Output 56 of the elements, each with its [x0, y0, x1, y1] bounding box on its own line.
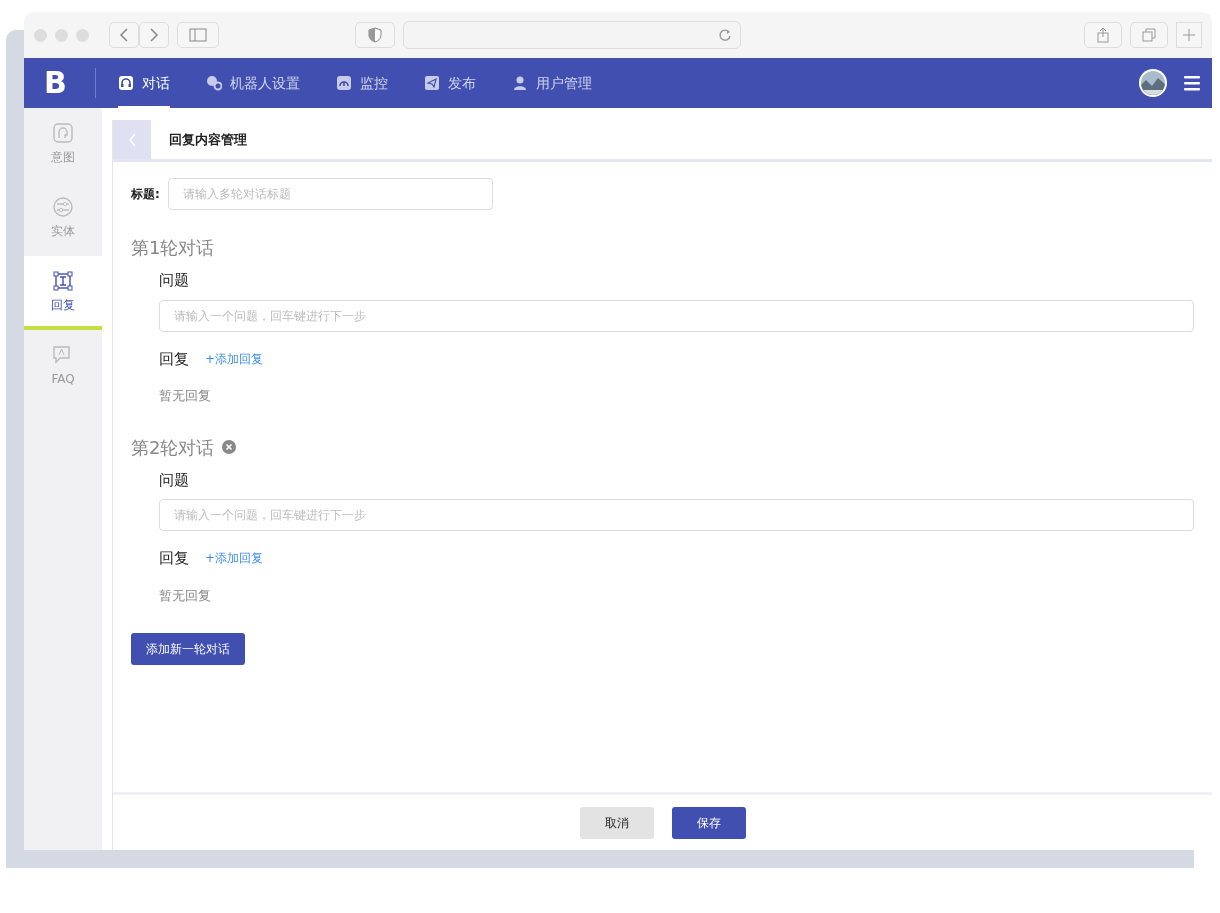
field-label: 标题: [131, 186, 160, 203]
sidebar-item[interactable]: FAQ [24, 330, 102, 404]
reply-label: 回复 [159, 548, 189, 569]
sidebar-item[interactable]: 实体 [24, 182, 102, 256]
save-button[interactable]: 保存 [671, 806, 746, 839]
round-title: 第1轮对话 [131, 236, 215, 260]
add-reply-link[interactable]: +添加回复 [205, 549, 264, 568]
back-button[interactable] [109, 22, 139, 48]
reload-icon[interactable] [717, 28, 732, 42]
title-input[interactable]: 请输入多轮对话标题 [167, 178, 493, 210]
nav-tab[interactable]: 机器人设置 [205, 58, 300, 108]
gauge-icon [335, 75, 352, 91]
entity-icon [52, 196, 74, 218]
sidebar-toggle-button[interactable] [177, 22, 219, 48]
sidebar-item[interactable]: 回复 [24, 256, 102, 330]
tabs-button[interactable] [1130, 22, 1168, 48]
nav-tab[interactable]: 用户管理 [511, 58, 592, 108]
question-label: 问题 [159, 270, 190, 291]
plus-icon [1182, 28, 1196, 42]
nav-tab[interactable]: 对话 [117, 58, 170, 108]
sidebar-icon [189, 28, 207, 42]
empty-text: 暂无回复 [159, 387, 212, 405]
user-icon [511, 75, 528, 91]
reply-label: 回复 [159, 348, 189, 370]
nav-tab[interactable]: 发布 [423, 58, 476, 108]
text-frame-icon [52, 270, 74, 292]
back-icon [118, 27, 130, 43]
tabs-icon [1142, 28, 1156, 42]
add-round-button[interactable]: 添加新一轮对话 [131, 633, 245, 665]
avatar[interactable] [1138, 68, 1168, 98]
round-title: 第2轮对话 [131, 435, 215, 460]
page-title: 回复内容管理 [169, 130, 247, 149]
window-control[interactable] [76, 28, 89, 42]
add-reply-link[interactable]: +添加回复 [205, 349, 264, 368]
back-icon [127, 131, 137, 148]
logo[interactable]: B [44, 68, 96, 98]
shield-icon [368, 27, 382, 43]
address-bar[interactable] [403, 21, 741, 49]
new-tab-button[interactable] [1176, 22, 1202, 48]
close-icon[interactable] [222, 440, 237, 454]
share-button[interactable] [1084, 22, 1122, 48]
cancel-button[interactable]: 取消 [579, 806, 654, 839]
window-control[interactable] [55, 28, 68, 42]
menu-icon[interactable] [1184, 74, 1200, 92]
window-control[interactable] [34, 28, 47, 42]
paper-plane-icon [423, 75, 440, 91]
empty-text: 暂无回复 [159, 586, 212, 605]
share-icon [1096, 27, 1110, 43]
headset-icon [117, 75, 134, 91]
back-button[interactable] [113, 120, 151, 159]
forward-icon [148, 27, 160, 43]
privacy-button[interactable] [355, 22, 395, 48]
nav-tab[interactable]: 监控 [335, 58, 388, 108]
forward-button[interactable] [139, 22, 169, 48]
question-label: 问题 [159, 469, 190, 491]
sidebar-item[interactable]: 意图 [24, 108, 102, 182]
